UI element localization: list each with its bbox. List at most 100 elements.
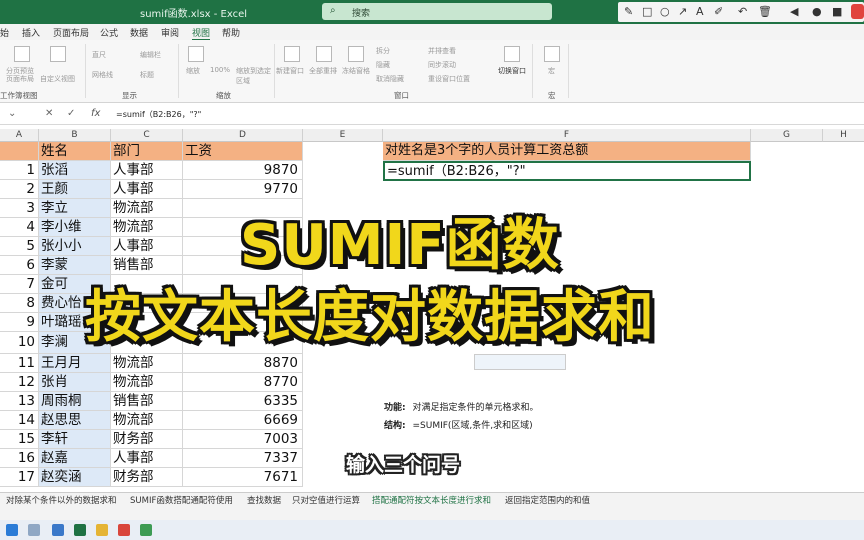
- ribbon-ruler[interactable]: 直尺: [92, 50, 106, 60]
- start-icon[interactable]: [6, 524, 18, 536]
- dept-cell[interactable]: 物流部: [111, 354, 183, 373]
- search-box[interactable]: ⌕ 搜索: [322, 3, 552, 20]
- ribbon-side-by-side[interactable]: 并排查看: [428, 46, 456, 56]
- dept-cell[interactable]: 人事部: [111, 180, 183, 199]
- excel-icon[interactable]: [74, 524, 86, 536]
- task-view-icon[interactable]: [28, 524, 40, 536]
- row-number-cell[interactable]: 7: [0, 275, 39, 294]
- ribbon-switch-window[interactable]: 切换窗口: [498, 66, 526, 76]
- salary-cell[interactable]: 7003: [183, 430, 303, 449]
- task-title-cell[interactable]: 对姓名是3个字的人员计算工资总额: [383, 142, 751, 161]
- ribbon-freeze-panes[interactable]: 冻结窗格: [342, 66, 370, 76]
- name-cell[interactable]: 李立: [39, 199, 111, 218]
- sheet-tab[interactable]: 查找数据: [247, 494, 281, 506]
- dept-cell[interactable]: 物流部: [111, 373, 183, 392]
- dept-cell[interactable]: 物流部: [111, 411, 183, 430]
- ribbon-arrange-all[interactable]: 全部重排: [309, 66, 337, 76]
- row-number-cell[interactable]: 5: [0, 237, 39, 256]
- app-icon[interactable]: [118, 524, 130, 536]
- column-header-e[interactable]: E: [303, 129, 383, 142]
- salary-cell[interactable]: 9870: [183, 161, 303, 180]
- ribbon-macros[interactable]: 宏: [548, 66, 555, 76]
- row-number-cell[interactable]: 2: [0, 180, 39, 199]
- ribbon-sync-scroll[interactable]: 同步滚动: [428, 60, 456, 70]
- row-number-cell[interactable]: 3: [0, 199, 39, 218]
- column-header-a[interactable]: A: [0, 129, 39, 142]
- menu-page-layout[interactable]: 页面布局: [53, 26, 89, 39]
- ribbon-custom-view[interactable]: 自定义视图: [40, 74, 75, 84]
- ribbon-reset-position[interactable]: 重设窗口位置: [428, 74, 470, 84]
- column-header-d[interactable]: D: [183, 129, 303, 142]
- ribbon-hide[interactable]: 隐藏: [376, 60, 390, 70]
- dept-cell[interactable]: 财务部: [111, 468, 183, 487]
- arrow-icon[interactable]: ↗: [678, 5, 687, 18]
- column-header-h[interactable]: H: [823, 129, 864, 142]
- cancel-icon[interactable]: ✕: [45, 108, 53, 119]
- dept-cell[interactable]: 人事部: [111, 161, 183, 180]
- column-header-c[interactable]: C: [111, 129, 183, 142]
- trash-icon[interactable]: 🗑: [758, 5, 772, 18]
- name-cell[interactable]: 王月月: [39, 354, 111, 373]
- ribbon-zoom-selection[interactable]: 缩放到选定区域: [236, 66, 272, 86]
- undo-icon[interactable]: ↶: [738, 5, 747, 18]
- dept-cell[interactable]: 物流部: [111, 218, 183, 237]
- column-header-b[interactable]: B: [39, 129, 111, 142]
- row-number-cell[interactable]: 4: [0, 218, 39, 237]
- enter-icon[interactable]: ✓: [67, 108, 75, 119]
- header-cell-salary[interactable]: 工资: [183, 142, 303, 161]
- row-number-cell[interactable]: 15: [0, 430, 39, 449]
- name-cell[interactable]: 张肖: [39, 373, 111, 392]
- row-number-cell[interactable]: 9: [0, 313, 39, 332]
- explorer-icon[interactable]: [96, 524, 108, 536]
- ribbon-page-layout[interactable]: 页面布局: [6, 74, 34, 84]
- name-cell[interactable]: 李小维: [39, 218, 111, 237]
- row-number-cell[interactable]: 1: [0, 161, 39, 180]
- highlighter-icon[interactable]: ✐: [714, 5, 723, 18]
- arrange-all-icon[interactable]: [316, 46, 332, 62]
- dept-cell[interactable]: 财务部: [111, 430, 183, 449]
- header-cell-a[interactable]: [0, 142, 39, 161]
- header-cell-dept[interactable]: 部门: [111, 142, 183, 161]
- menu-review[interactable]: 审阅: [161, 26, 179, 39]
- name-cell[interactable]: 王颜: [39, 180, 111, 199]
- circle-icon[interactable]: ○: [660, 5, 670, 18]
- active-formula-cell[interactable]: =sumif（B2:B26，"?": [383, 161, 751, 181]
- name-cell[interactable]: 李轩: [39, 430, 111, 449]
- row-number-cell[interactable]: 13: [0, 392, 39, 411]
- name-cell[interactable]: 张滔: [39, 161, 111, 180]
- insert-function-icon[interactable]: fx: [91, 108, 100, 119]
- row-number-cell[interactable]: 11: [0, 354, 39, 373]
- dept-cell[interactable]: 物流部: [111, 199, 183, 218]
- camera-icon[interactable]: ■: [832, 5, 842, 18]
- name-box-dropdown-icon[interactable]: ⌄: [8, 108, 16, 119]
- row-number-cell[interactable]: 6: [0, 256, 39, 275]
- ribbon-new-window[interactable]: 新建窗口: [276, 66, 304, 76]
- salary-cell[interactable]: 7671: [183, 468, 303, 487]
- page-layout-view-icon[interactable]: [50, 46, 66, 62]
- ribbon-headings[interactable]: 标题: [140, 70, 154, 80]
- ribbon-unhide[interactable]: 取消隐藏: [376, 74, 404, 84]
- speaker-icon[interactable]: ◀: [790, 5, 798, 18]
- name-cell[interactable]: 张小小: [39, 237, 111, 256]
- ribbon-zoom[interactable]: 缩放: [186, 66, 200, 76]
- edge-icon[interactable]: [52, 524, 64, 536]
- salary-cell[interactable]: 6335: [183, 392, 303, 411]
- menu-insert[interactable]: 插入: [22, 26, 40, 39]
- name-cell[interactable]: 周雨桐: [39, 392, 111, 411]
- header-cell-name[interactable]: 姓名: [39, 142, 111, 161]
- app-icon[interactable]: [140, 524, 152, 536]
- menu-home[interactable]: 始: [0, 26, 9, 39]
- macros-icon[interactable]: [544, 46, 560, 62]
- new-window-icon[interactable]: [284, 46, 300, 62]
- formula-input[interactable]: =sumif（B2:B26，"?": [116, 109, 201, 120]
- switch-window-icon[interactable]: [504, 46, 520, 62]
- menu-view[interactable]: 视图: [192, 26, 211, 41]
- column-header-f[interactable]: F: [383, 129, 751, 142]
- salary-cell[interactable]: 7337: [183, 449, 303, 468]
- ribbon-gridlines[interactable]: 网格线: [92, 70, 113, 80]
- row-number-cell[interactable]: 14: [0, 411, 39, 430]
- name-cell[interactable]: 赵嘉: [39, 449, 111, 468]
- ribbon-zoom-100[interactable]: 100%: [210, 66, 230, 74]
- menu-data[interactable]: 数据: [130, 26, 148, 39]
- row-number-cell[interactable]: 8: [0, 294, 39, 313]
